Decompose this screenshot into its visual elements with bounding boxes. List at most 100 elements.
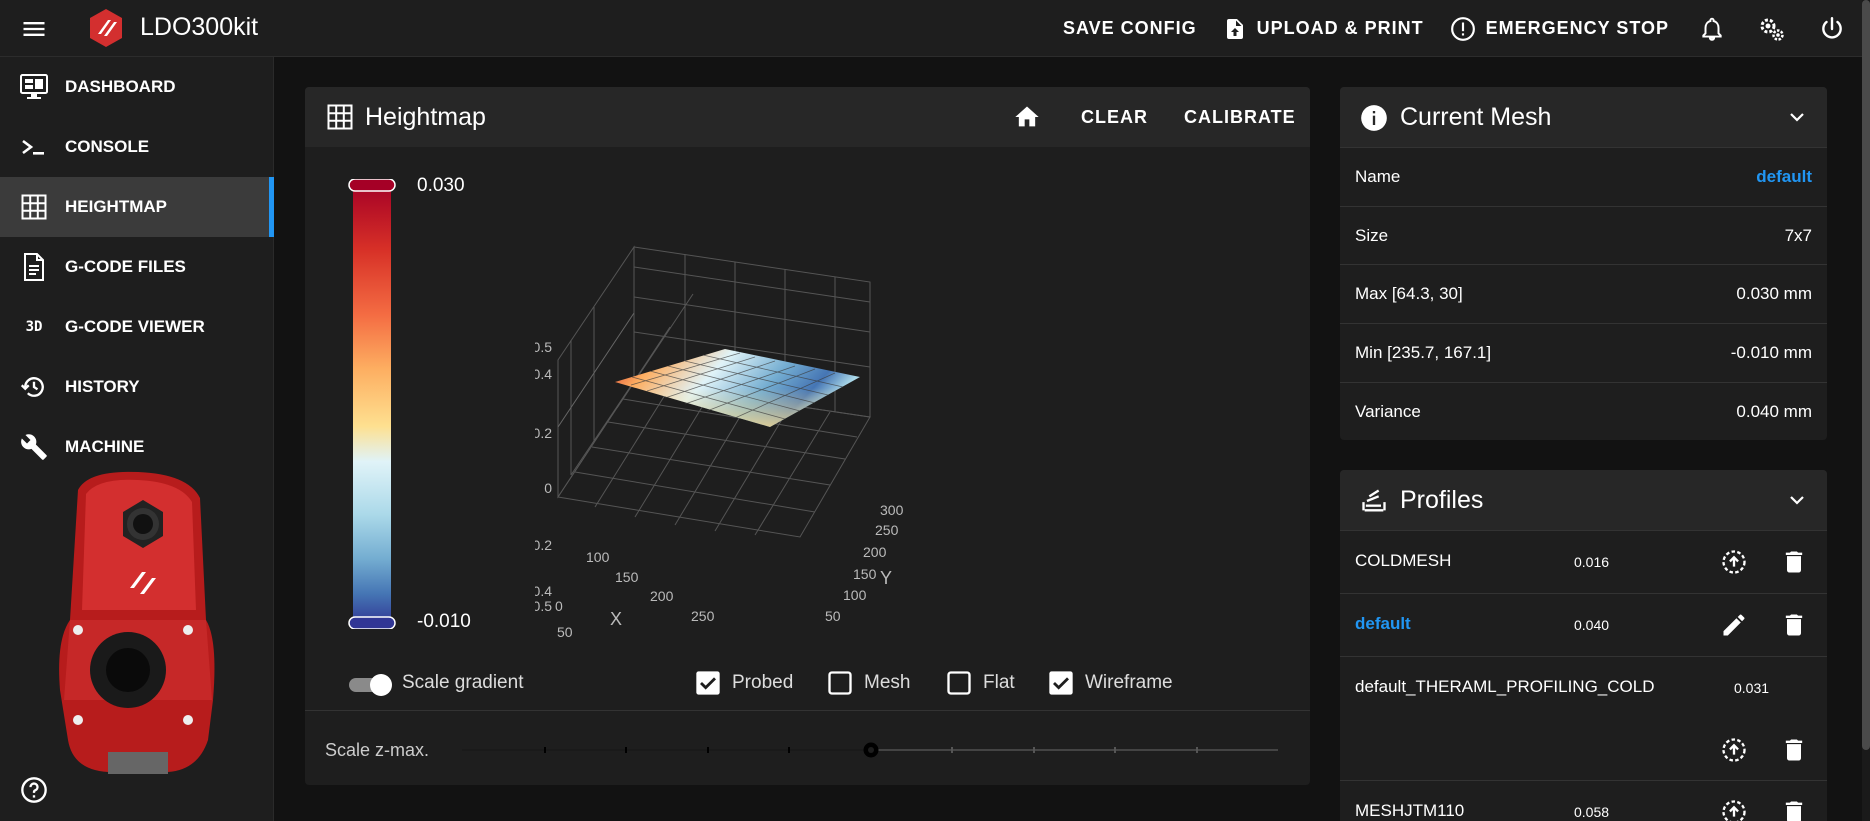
upload-print-button[interactable]: UPLOAD & PRINT <box>1210 0 1437 57</box>
mesh-checkbox[interactable] <box>826 669 854 697</box>
delete-icon[interactable] <box>1780 548 1808 576</box>
bell-icon <box>1699 16 1725 42</box>
mesh-row-min: Min [235.7, 167.1] -0.010 mm <box>1340 323 1827 382</box>
x-tick-label: 0 <box>555 598 563 614</box>
zmax-slider[interactable] <box>460 740 1278 760</box>
3d-icon: 3D <box>25 319 43 335</box>
menu-icon[interactable] <box>20 15 48 43</box>
profile-variance: 0.040 <box>1574 617 1610 633</box>
delete-icon[interactable] <box>1780 798 1808 821</box>
sidebar-item-label: CONSOLE <box>65 137 150 156</box>
app-title: LDO300kit <box>140 13 259 41</box>
current-mesh-header[interactable]: Current Mesh <box>1340 87 1827 147</box>
flat-checkbox[interactable] <box>945 669 973 697</box>
sidebar-item-gcode-files[interactable]: G-CODE FILES <box>0 237 274 297</box>
emergency-stop-label: EMERGENCY STOP <box>1485 18 1669 38</box>
sidebar-item-heightmap[interactable]: HEIGHTMAP <box>0 177 274 237</box>
y-tick-label: 300 <box>880 502 904 518</box>
save-config-button[interactable]: SAVE CONFIG <box>1050 0 1210 57</box>
save-config-label: SAVE CONFIG <box>1062 18 1197 38</box>
y-tick-label: 250 <box>875 522 899 538</box>
pencil-icon[interactable] <box>1720 611 1748 639</box>
profiles-card: Profiles COLDMESH 0.016 default 0.040 de… <box>1340 470 1827 821</box>
mesh-value: 0.040 mm <box>1736 402 1812 421</box>
profile-name[interactable]: default_THERAML_PROFILING_COLD <box>1355 677 1655 697</box>
mesh-label: Mesh <box>864 672 911 693</box>
profile-variance: 0.058 <box>1574 804 1610 820</box>
toolhead-image <box>48 470 228 780</box>
calibrate-button[interactable]: CALIBRATE <box>1184 107 1296 128</box>
sidebar-item-machine[interactable]: MACHINE <box>0 417 274 477</box>
divider <box>305 710 1310 711</box>
sidebar-item-console[interactable]: CONSOLE <box>0 117 274 177</box>
sidebar-item-label: HISTORY <box>65 377 140 396</box>
y-tick-label: 150 <box>853 566 877 582</box>
profile-row: MESHJTM110 0.058 <box>1340 780 1827 821</box>
delete-icon[interactable] <box>1780 736 1808 764</box>
mesh-row-name: Name default <box>1340 147 1827 206</box>
flat-label: Flat <box>983 672 1015 693</box>
x-tick-label: 150 <box>615 569 639 585</box>
sidebar-item-label: G-CODE FILES <box>65 257 186 276</box>
scrollbar-thumb[interactable] <box>1862 0 1870 750</box>
mesh-key: Min [235.7, 167.1] <box>1355 343 1492 362</box>
probed-checkbox[interactable] <box>694 669 722 697</box>
load-profile-icon[interactable] <box>1720 798 1748 821</box>
notifications-button[interactable] <box>1682 0 1742 57</box>
x-tick-label: 200 <box>650 588 674 604</box>
heightmap-3d-plot[interactable]: 0.5 0.4 0.2 0 -0.2 -0.4 -0.5 Z 0 50 100 … <box>535 227 1135 647</box>
help-icon[interactable] <box>20 776 48 804</box>
scale-gradient-label: Scale gradient <box>402 672 524 693</box>
load-profile-icon[interactable] <box>1720 548 1748 576</box>
power-button[interactable] <box>1802 0 1862 57</box>
scale-max-label: 0.030 <box>417 175 465 196</box>
probed-label: Probed <box>732 672 794 693</box>
profile-variance: 0.016 <box>1574 554 1610 570</box>
sidebar-item-label: HEIGHTMAP <box>65 197 167 216</box>
mesh-key: Name <box>1355 167 1401 186</box>
mesh-name-link[interactable]: default <box>1756 167 1812 187</box>
profile-variance: 0.031 <box>1734 680 1770 696</box>
load-profile-icon[interactable] <box>1720 736 1748 764</box>
emergency-stop-button[interactable]: EMERGENCY STOP <box>1437 0 1682 57</box>
stack-icon <box>1360 487 1388 515</box>
sidebar-item-label: MACHINE <box>65 437 145 456</box>
wireframe-checkbox[interactable] <box>1047 669 1075 697</box>
y-tick-label: 100 <box>843 587 867 603</box>
sidebar-item-gcode-viewer[interactable]: 3D G-CODE VIEWER <box>0 297 274 357</box>
sidebar-item-history[interactable]: HISTORY <box>0 357 274 417</box>
profile-name[interactable]: COLDMESH <box>1355 551 1451 571</box>
power-icon <box>1819 16 1845 42</box>
profiles-header[interactable]: Profiles <box>1340 470 1827 530</box>
profile-name[interactable]: default <box>1355 614 1411 634</box>
info-icon <box>1360 104 1388 132</box>
page-scrollbar[interactable] <box>1862 0 1870 821</box>
heightmap-title: Heightmap <box>365 103 486 131</box>
z-tick-label: 0.4 <box>535 366 552 382</box>
profile-row-active: default 0.040 <box>1340 593 1827 656</box>
delete-icon[interactable] <box>1780 611 1808 639</box>
y-axis-label: Y <box>880 568 892 588</box>
z-tick-label: 0.5 <box>535 339 552 355</box>
settings-cogs-icon <box>1758 15 1786 43</box>
settings-button[interactable] <box>1742 0 1802 57</box>
sidebar-item-label: DASHBOARD <box>65 77 176 96</box>
heightmap-card: Heightmap CLEAR CALIBRATE 0.030 -0.010 0… <box>305 87 1310 785</box>
mesh-row-size: Size 7x7 <box>1340 206 1827 265</box>
profiles-title: Profiles <box>1400 486 1484 514</box>
mesh-value: 0.030 mm <box>1736 284 1812 303</box>
z-tick-label: -0.4 <box>535 583 552 599</box>
heightmap-card-header: Heightmap CLEAR CALIBRATE <box>305 87 1310 147</box>
profile-name[interactable]: MESHJTM110 <box>1355 801 1464 821</box>
home-icon[interactable] <box>1013 103 1041 131</box>
clear-button[interactable]: CLEAR <box>1081 107 1148 128</box>
sidebar-item-dashboard[interactable]: DASHBOARD <box>0 57 274 117</box>
monitor-dashboard-icon <box>20 73 48 101</box>
mesh-row-max: Max [64.3, 30] 0.030 mm <box>1340 264 1827 323</box>
chevron-down-icon[interactable] <box>1785 488 1809 512</box>
upload-file-icon <box>1223 16 1247 42</box>
scale-gradient-toggle[interactable] <box>347 670 395 700</box>
x-tick-label: 100 <box>586 549 610 565</box>
mesh-row-variance: Variance 0.040 mm <box>1340 382 1827 441</box>
chevron-down-icon[interactable] <box>1785 105 1809 129</box>
